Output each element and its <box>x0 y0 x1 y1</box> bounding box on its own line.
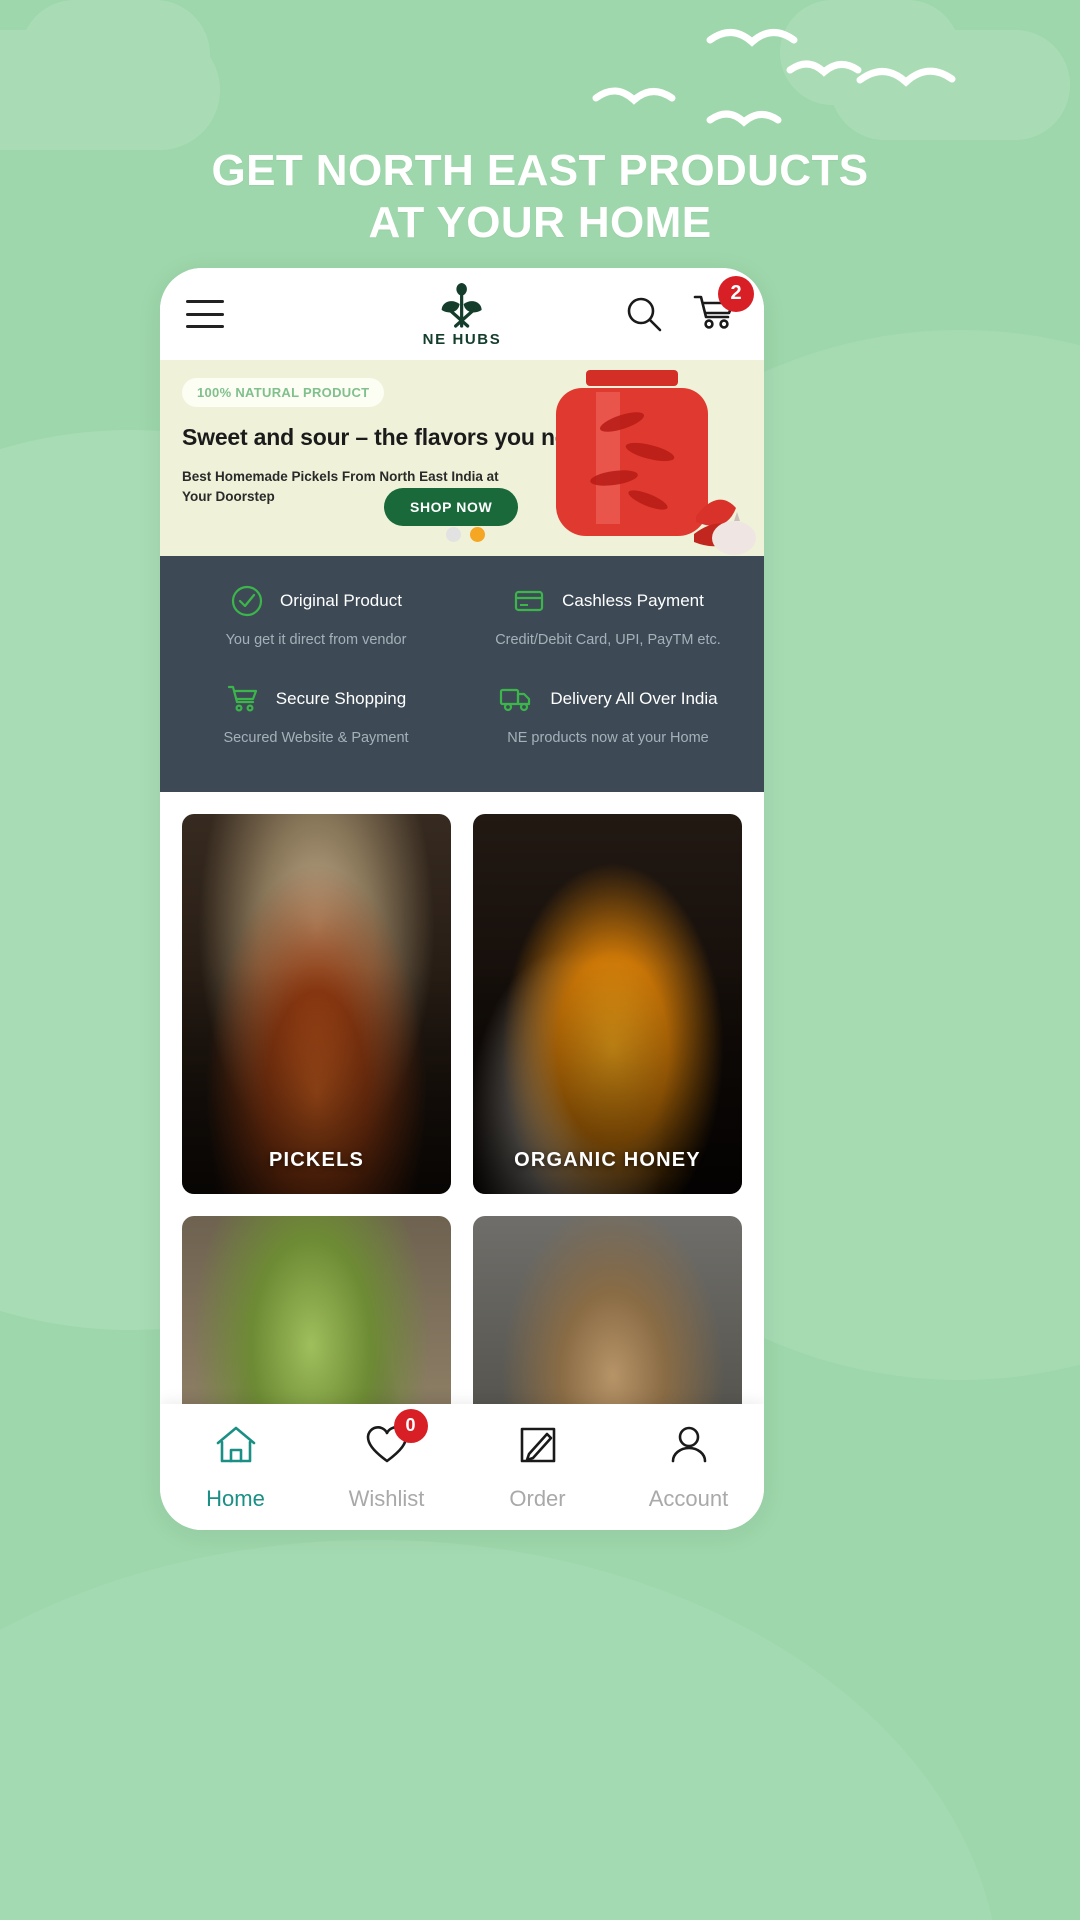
home-icon <box>216 1426 255 1462</box>
phone-mockup: NE HUBS 2 100% NATURAL PRODUCT Sweet and… <box>160 268 764 1530</box>
birds-decoration <box>592 29 956 127</box>
category-card-cardamom[interactable] <box>182 1216 451 1404</box>
carousel-dots[interactable] <box>446 527 485 542</box>
feature-description: You get it direct from vendor <box>225 632 407 648</box>
card-overlay <box>182 814 451 1194</box>
carousel-dot-1[interactable] <box>446 527 461 542</box>
feature-cashless-payment: Cashless Payment Credit/Debit Card, UPI,… <box>462 578 754 676</box>
credit-card-icon <box>515 590 544 612</box>
category-card-organic-honey[interactable]: ORGANIC HONEY <box>473 814 742 1194</box>
cardamom-photo <box>182 1216 451 1404</box>
category-card-spices[interactable] <box>473 1216 742 1404</box>
feature-original-product: Original Product You get it direct from … <box>170 578 462 676</box>
nav-label: Wishlist <box>348 1485 425 1511</box>
feature-description: NE products now at your Home <box>507 730 709 746</box>
cart-count-badge: 2 <box>718 275 754 312</box>
natural-product-badge: 100% NATURAL PRODUCT <box>182 378 385 407</box>
nav-item-wishlist[interactable]: 0 Wishlist <box>311 1408 462 1512</box>
check-circle-icon <box>231 585 263 617</box>
features-strip: Original Product You get it direct from … <box>160 556 764 792</box>
page-root: GET NORTH EAST PRODUCTS AT YOUR HOME NE … <box>0 0 1080 1920</box>
feature-description: Secured Website & Payment <box>223 730 409 746</box>
nav-label: Order <box>509 1485 566 1511</box>
app-header: NE HUBS 2 <box>160 268 764 360</box>
pickle-jar-illustration <box>556 370 756 555</box>
hero-line-1: GET NORTH EAST PRODUCTS <box>211 146 869 195</box>
category-label: PICKELS <box>268 1149 365 1171</box>
nav-item-home[interactable]: Home <box>160 1423 311 1512</box>
brand-name: NE HUBS <box>422 331 502 348</box>
page-title: GET NORTH EAST PRODUCTS AT YOUR HOME <box>0 145 1080 249</box>
promo-banner[interactable]: 100% NATURAL PRODUCT Sweet and sour – th… <box>160 360 764 556</box>
spices-photo <box>473 1216 742 1404</box>
shop-now-button[interactable]: SHOP NOW <box>384 488 519 526</box>
search-icon[interactable] <box>624 294 664 334</box>
background-hill-bottom <box>0 1540 1000 1920</box>
plant-sprout-icon <box>442 283 482 328</box>
feature-title: Original Product <box>280 591 402 610</box>
category-label: ORGANIC HONEY <box>514 1149 701 1171</box>
category-grid: PICKELS ORGANIC HONEY <box>160 792 764 1404</box>
carousel-dot-2[interactable] <box>470 527 485 542</box>
bottom-navigation: Home 0 Wishlist Order Account <box>160 1404 764 1530</box>
nav-item-account[interactable]: Account <box>613 1423 764 1512</box>
hero-line-2: AT YOUR HOME <box>368 197 712 247</box>
nav-item-order[interactable]: Order <box>462 1423 613 1512</box>
edit-note-icon <box>520 1427 555 1462</box>
wishlist-count-badge: 0 <box>393 1408 428 1443</box>
feature-title: Secure Shopping <box>275 689 407 708</box>
feature-secure-shopping: Secure Shopping Secured Website & Paymen… <box>170 676 462 774</box>
cart-button[interactable]: 2 <box>692 275 754 337</box>
feature-title: Cashless Payment <box>562 591 704 610</box>
card-overlay <box>473 814 742 1194</box>
app-header-actions: 2 <box>624 275 754 337</box>
feature-description: Credit/Debit Card, UPI, PayTM etc. <box>495 632 721 648</box>
brand-logo: NE HUBS <box>423 280 502 348</box>
feature-title: Delivery All Over India <box>550 689 718 708</box>
shopping-cart-icon <box>227 685 257 712</box>
category-card-pickels[interactable]: PICKELS <box>182 814 451 1194</box>
hamburger-menu-icon[interactable] <box>186 300 224 328</box>
feature-delivery-all-over-india: Delivery All Over India NE products now … <box>462 676 754 774</box>
nav-label: Account <box>648 1485 729 1511</box>
delivery-truck-icon <box>500 688 531 712</box>
nav-label: Home <box>206 1485 265 1511</box>
person-icon <box>671 1426 706 1462</box>
cloud-decoration <box>20 0 210 110</box>
